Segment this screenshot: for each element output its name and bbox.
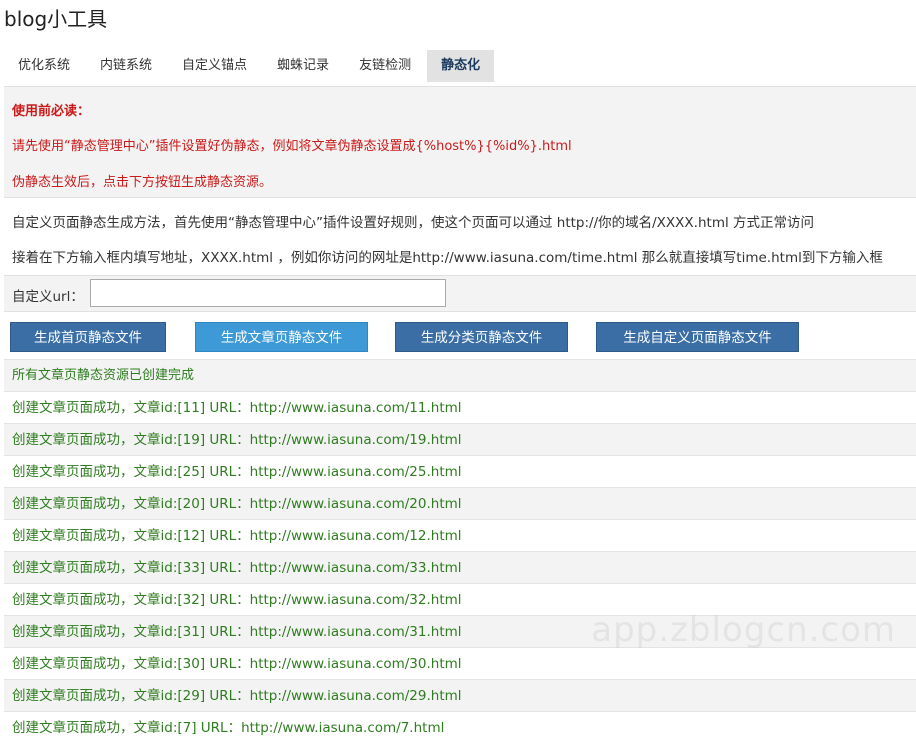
notice-line-1: 请先使用“静态管理中心”插件设置好伪静态，例如将文章伪静态设置成{%host%}… — [12, 139, 572, 154]
info-panel: 自定义页面静态生成方法，首先使用“静态管理中心”插件设置好规则，使这个页面可以通… — [4, 198, 916, 276]
custom-url-label: 自定义url： — [12, 289, 84, 305]
info-line-1: 自定义页面静态生成方法，首先使用“静态管理中心”插件设置好规则，使这个页面可以通… — [12, 215, 815, 231]
tab-optimize[interactable]: 优化系统 — [4, 50, 84, 82]
list-item: 创建文章页面成功，文章id:[29] URL：http://www.iasuna… — [4, 679, 916, 711]
page-title: blog小工具 — [4, 7, 108, 31]
notice-line-2: 伪静态生效后，点击下方按钮生成静态资源。 — [12, 175, 273, 190]
tab-spider-log[interactable]: 蜘蛛记录 — [263, 50, 343, 82]
list-item: 创建文章页面成功，文章id:[33] URL：http://www.iasuna… — [4, 551, 916, 583]
list-item: 创建文章页面成功，文章id:[32] URL：http://www.iasuna… — [4, 583, 916, 615]
list-item: 创建文章页面成功，文章id:[12] URL：http://www.iasuna… — [4, 519, 916, 551]
list-item: 创建文章页面成功，文章id:[31] URL：http://www.iasuna… — [4, 615, 916, 647]
results-list: 所有文章页静态资源已创建完成 创建文章页面成功，文章id:[11] URL：ht… — [4, 359, 916, 743]
notice-panel: 使用前必读： 请先使用“静态管理中心”插件设置好伪静态，例如将文章伪静态设置成{… — [4, 86, 916, 198]
generate-home-button[interactable]: 生成首页静态文件 — [10, 322, 166, 352]
info-line-2: 接着在下方输入框内填写地址，XXXX.html ，例如你访问的网址是http:/… — [12, 250, 883, 266]
generate-article-button[interactable]: 生成文章页静态文件 — [195, 322, 368, 352]
custom-url-input[interactable] — [90, 279, 446, 307]
generate-custom-page-button[interactable]: 生成自定义页面静态文件 — [596, 322, 799, 352]
tab-friend-link-check[interactable]: 友链检测 — [345, 50, 425, 82]
list-item: 创建文章页面成功，文章id:[25] URL：http://www.iasuna… — [4, 455, 916, 487]
results-status: 所有文章页静态资源已创建完成 — [4, 359, 916, 391]
tab-bar: 优化系统 内链系统 自定义锚点 蜘蛛记录 友链检测 静态化 — [4, 50, 496, 82]
list-item: 创建文章页面成功，文章id:[19] URL：http://www.iasuna… — [4, 423, 916, 455]
tab-static[interactable]: 静态化 — [427, 50, 495, 82]
notice-heading: 使用前必读： — [12, 104, 91, 119]
custom-url-row: 自定义url： — [4, 276, 916, 312]
list-item: 创建文章页面成功，文章id:[30] URL：http://www.iasuna… — [4, 647, 916, 679]
generate-category-button[interactable]: 生成分类页静态文件 — [395, 322, 568, 352]
tab-custom-anchors[interactable]: 自定义锚点 — [168, 50, 261, 82]
list-item: 创建文章页面成功，文章id:[7] URL：http://www.iasuna.… — [4, 711, 916, 743]
list-item: 创建文章页面成功，文章id:[11] URL：http://www.iasuna… — [4, 391, 916, 423]
list-item: 创建文章页面成功，文章id:[20] URL：http://www.iasuna… — [4, 487, 916, 519]
tab-internal-links[interactable]: 内链系统 — [86, 50, 166, 82]
